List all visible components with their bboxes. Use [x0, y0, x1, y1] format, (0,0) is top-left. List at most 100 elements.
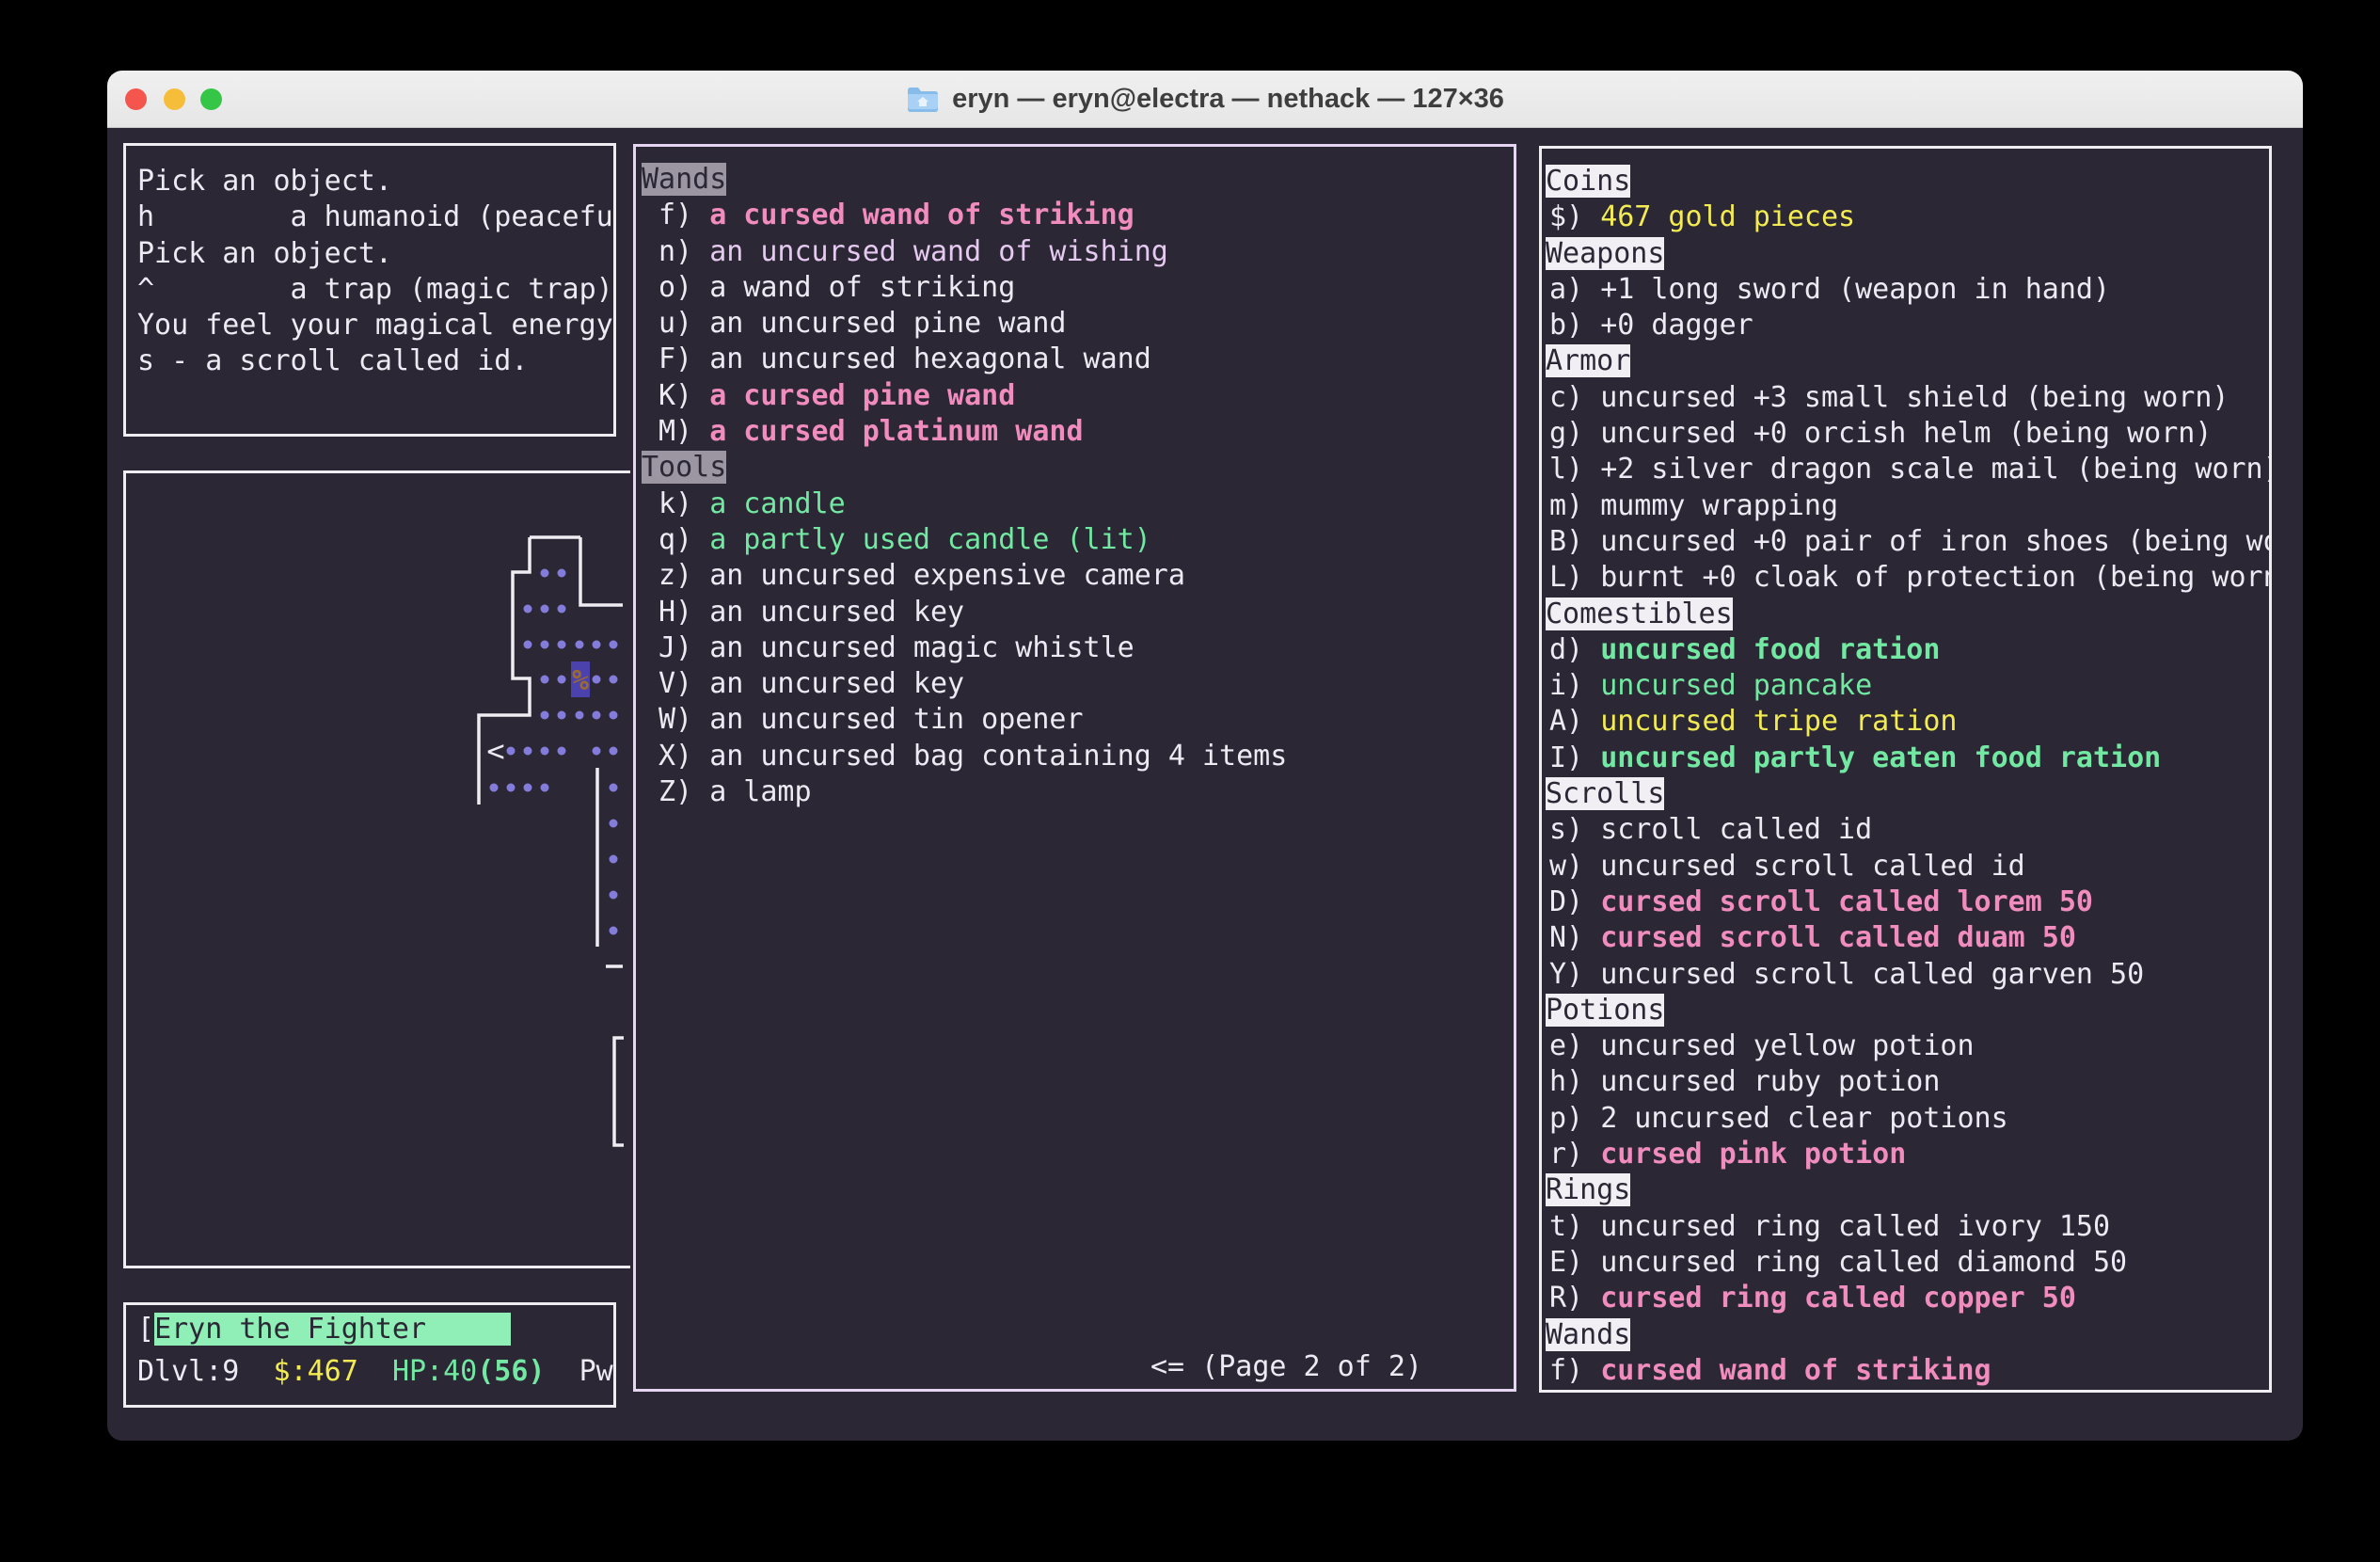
status-stats-row: Dlvl:9 $:467 HP:40(56) Pw: — [137, 1354, 613, 1390]
message-line: ^ a trap (magic trap) — [137, 272, 613, 308]
menu-item[interactable]: N) cursed scroll called duam 50 — [1542, 920, 2269, 956]
menu-item[interactable]: d) uncursed food ration — [1542, 632, 2269, 668]
menu-item[interactable]: l) +2 silver dragon scale mail (being wo… — [1542, 452, 2269, 487]
menu-category-header: Scrolls — [1546, 777, 1664, 810]
item-letter: M) — [658, 415, 709, 448]
item-description: scroll called id — [1600, 813, 1872, 846]
menu-item[interactable]: i) uncursed pancake — [1542, 668, 2269, 704]
menu-item[interactable]: f) cursed wand of striking — [1542, 1353, 2269, 1389]
map-window[interactable]: %< — [123, 470, 630, 1268]
menu-header-row: Tools — [636, 450, 1514, 486]
window-title: eryn — eryn@electra — nethack — 127×36 — [952, 84, 1504, 115]
floor-dot — [593, 747, 601, 756]
floor-dot — [558, 747, 566, 756]
item-description: uncursed ruby potion — [1600, 1065, 1940, 1098]
item-letter: n) — [658, 235, 709, 268]
floor-dot — [524, 747, 532, 756]
item-letter: E) — [1549, 1246, 1600, 1279]
floor-dot — [610, 676, 618, 684]
menu-item[interactable]: t) uncursed ring called ivory 150 — [1542, 1209, 2269, 1245]
menu-category-header: Wands — [642, 163, 726, 196]
terminal-window: eryn — eryn@electra — nethack — 127×36 P… — [107, 71, 2303, 1441]
item-description: cursed scroll called lorem 50 — [1600, 885, 2093, 918]
menu-item[interactable]: r) cursed pink potion — [1542, 1137, 2269, 1172]
menu-item[interactable]: R) cursed ring called copper 50 — [1542, 1281, 2269, 1316]
menu-item[interactable]: p) 2 uncursed clear potions — [1542, 1101, 2269, 1137]
status-field: Pw: — [546, 1355, 614, 1388]
menu-item[interactable]: B) uncursed +0 pair of iron shoes (being… — [1542, 524, 2269, 560]
menu-item[interactable]: q) a partly used candle (lit) — [636, 522, 1514, 558]
menu-item[interactable]: n) an uncursed wand of wishing — [636, 234, 1514, 270]
item-letter: A) — [1549, 705, 1600, 738]
message-line: You feel your magical energy — [137, 308, 613, 343]
menu-item[interactable]: X) an uncursed bag containing 4 items — [636, 739, 1514, 774]
floor-dot — [541, 784, 549, 792]
item-letter: m) — [1549, 489, 1600, 522]
menu-item[interactable]: Z) a lamp — [636, 774, 1514, 810]
item-letter: Z) — [658, 775, 709, 808]
menu-item[interactable]: W) an uncursed tin opener — [636, 702, 1514, 738]
item-letter: w) — [1549, 850, 1600, 883]
menu-item[interactable]: o) a wand of striking — [636, 270, 1514, 306]
menu-item[interactable]: I) uncursed partly eaten food ration — [1542, 741, 2269, 776]
menu-item[interactable]: f) a cursed wand of striking — [636, 198, 1514, 233]
item-letter: r) — [1549, 1138, 1600, 1171]
floor-dot — [524, 641, 532, 649]
window-titlebar[interactable]: eryn — eryn@electra — nethack — 127×36 — [107, 71, 2303, 128]
menu-item[interactable]: K) a cursed pine wand — [636, 378, 1514, 414]
menu-item[interactable]: Y) uncursed scroll called garven 50 — [1542, 957, 2269, 993]
menu-item[interactable]: z) an uncursed expensive camera — [636, 558, 1514, 594]
menu-item[interactable]: u) an uncursed pine wand — [636, 306, 1514, 342]
item-letter: i) — [1549, 669, 1600, 702]
menu-item[interactable]: F) an uncursed hexagonal wand — [636, 342, 1514, 377]
floor-dot — [507, 784, 516, 792]
menu-item[interactable]: s) scroll called id — [1542, 812, 2269, 848]
menu-item[interactable]: k) a candle — [636, 486, 1514, 522]
item-description: +1 long sword (weapon in hand) — [1600, 273, 2110, 306]
menu-item[interactable]: L) burnt +0 cloak of protection (being w… — [1542, 560, 2269, 596]
menu-item[interactable]: m) mummy wrapping — [1542, 488, 2269, 524]
floor-dot — [593, 711, 601, 720]
item-description: an uncursed expensive camera — [709, 559, 1185, 592]
stairs-up-glyph[interactable]: < — [486, 733, 504, 769]
item-description: an uncursed magic whistle — [709, 631, 1134, 664]
item-description: uncursed ring called diamond 50 — [1600, 1246, 2127, 1279]
item-description: cursed wand of striking — [1600, 1354, 1991, 1387]
menu-item[interactable]: D) cursed scroll called lorem 50 — [1542, 885, 2269, 920]
food-item-glyph[interactable]: % — [572, 664, 589, 697]
item-letter: F) — [658, 343, 709, 375]
menu-item[interactable]: H) an uncursed key — [636, 595, 1514, 630]
item-description: cursed ring called copper 50 — [1600, 1282, 2076, 1315]
menu-item[interactable]: $) 467 gold pieces — [1542, 199, 2269, 235]
menu-item[interactable]: h) uncursed ruby potion — [1542, 1064, 2269, 1100]
menu-item[interactable]: J) an uncursed magic whistle — [636, 630, 1514, 666]
item-letter: k) — [658, 487, 709, 520]
floor-dot — [610, 747, 618, 756]
item-description: uncursed scroll called id — [1600, 850, 2025, 883]
floor-dot — [610, 927, 618, 935]
item-letter: h) — [1549, 1065, 1600, 1098]
menu-category-header: Rings — [1546, 1173, 1630, 1206]
menu-item[interactable]: V) an uncursed key — [636, 666, 1514, 702]
item-description: an uncursed bag containing 4 items — [709, 740, 1287, 773]
item-letter: f) — [1549, 1354, 1600, 1387]
status-window: [Eryn the Fighter Dlvl:9 $:467 HP:40(56)… — [123, 1302, 616, 1408]
menu-page-indicator[interactable]: <= (Page 2 of 2) — [1150, 1349, 1422, 1385]
menu-item[interactable]: M) a cursed platinum wand — [636, 414, 1514, 450]
dungeon-map[interactable]: %< — [126, 473, 630, 1266]
menu-item[interactable]: b) +0 dagger — [1542, 308, 2269, 343]
item-description: uncursed yellow potion — [1600, 1029, 1974, 1062]
status-field: Dlvl:9 — [137, 1355, 274, 1388]
item-description: uncursed +0 pair of iron shoes (being wo — [1600, 525, 2269, 558]
menu-item[interactable]: w) uncursed scroll called id — [1542, 849, 2269, 885]
menu-item[interactable]: e) uncursed yellow potion — [1542, 1028, 2269, 1064]
menu-item[interactable]: A) uncursed tripe ration — [1542, 704, 2269, 740]
menu-item[interactable]: a) +1 long sword (weapon in hand) — [1542, 272, 2269, 308]
menu-header-row: Wands — [636, 162, 1514, 198]
menu-item[interactable]: c) uncursed +3 small shield (being worn) — [1542, 380, 2269, 416]
menu-item[interactable]: g) uncursed +0 orcish helm (being worn) — [1542, 416, 2269, 452]
item-letter: p) — [1549, 1102, 1600, 1135]
menu-item[interactable]: E) uncursed ring called diamond 50 — [1542, 1245, 2269, 1281]
floor-dot — [541, 711, 549, 720]
item-letter: V) — [658, 667, 709, 700]
